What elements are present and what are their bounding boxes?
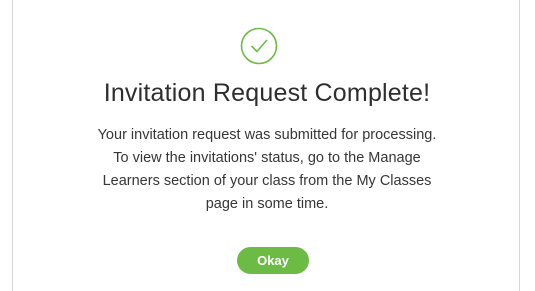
invitation-complete-dialog: Invitation Request Complete! Your invita… [12, 0, 520, 291]
message-line: page in some time. [205, 196, 329, 212]
message-line: Learners section of your class from the … [102, 173, 432, 189]
dialog-title: Invitation Request Complete! [103, 79, 431, 107]
message-line: Your invitation request was submitted fo… [97, 127, 437, 143]
message-line: To view the invitations' status, go to t… [113, 150, 421, 166]
okay-button[interactable]: Okay [237, 247, 309, 274]
checkmark-circle-icon [240, 27, 278, 65]
page: Invitation Request Complete! Your invita… [0, 0, 535, 291]
dialog-message: Your invitation request was submitted fo… [31, 124, 503, 216]
